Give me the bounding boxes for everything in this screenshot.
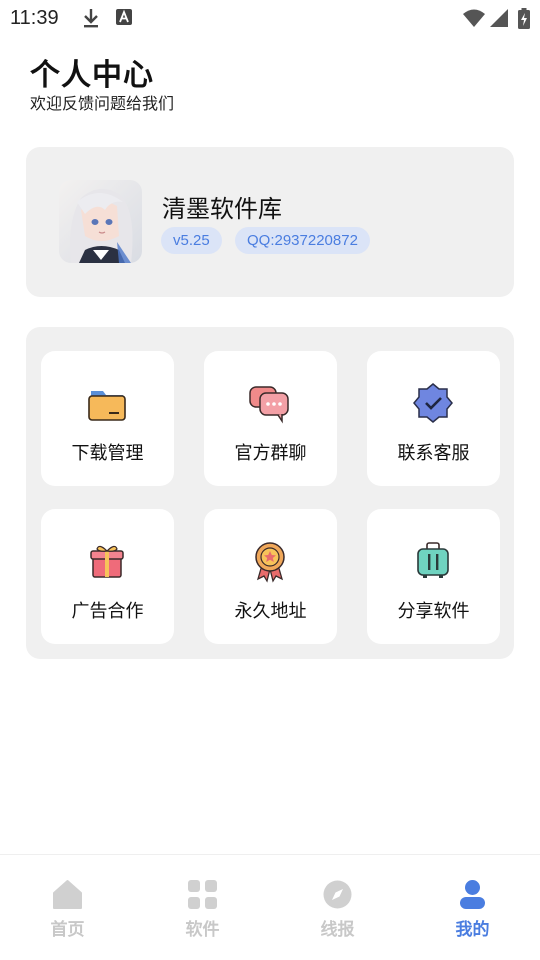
profile-card: 清墨软件库 v5.25 QQ:2937220872: [26, 147, 514, 297]
verified-badge-icon: [411, 381, 455, 425]
nav-item-news[interactable]: 线报: [270, 855, 405, 960]
grid-item-label: 联系客服: [397, 443, 470, 464]
version-badge: v5.25: [161, 227, 222, 254]
text-a-icon: [116, 8, 132, 30]
wifi-icon: [463, 8, 485, 32]
suitcase-icon: [411, 539, 455, 583]
permanent-address-button[interactable]: 永久地址: [204, 509, 337, 644]
nav-item-profile[interactable]: 我的: [405, 855, 540, 960]
user-icon: [457, 879, 488, 910]
page-subtitle: 欢迎反馈问题给我们: [30, 94, 175, 113]
apps-grid-icon: [187, 879, 218, 910]
bottom-nav: 首页 软件 线报 我的: [0, 854, 540, 960]
nav-label: 我的: [455, 920, 490, 940]
medal-icon: [248, 539, 292, 583]
download-icon: [82, 8, 100, 32]
nav-label: 线报: [320, 920, 355, 940]
grid-item-label: 永久地址: [234, 601, 307, 622]
contact-support-button[interactable]: 联系客服: [367, 351, 500, 486]
nav-label: 首页: [50, 920, 85, 940]
grid-item-label: 下载管理: [71, 443, 144, 464]
grid-item-label: 广告合作: [71, 601, 144, 622]
app-name: 清墨软件库: [162, 195, 282, 223]
grid-item-label: 官方群聊: [234, 443, 307, 464]
folder-icon: [85, 381, 129, 425]
home-icon: [52, 879, 83, 910]
compass-icon: [322, 879, 353, 910]
status-time: 11:39: [10, 7, 59, 29]
nav-item-apps[interactable]: 软件: [135, 855, 270, 960]
feature-grid: 下载管理 官方群聊 联系客服 广告合作 永久地址 分享软件: [26, 327, 514, 659]
signal-icon: [489, 8, 509, 32]
ad-cooperation-button[interactable]: 广告合作: [41, 509, 174, 644]
download-manager-button[interactable]: 下载管理: [41, 351, 174, 486]
share-app-button[interactable]: 分享软件: [367, 509, 500, 644]
nav-label: 软件: [185, 920, 220, 940]
chat-bubbles-icon: [248, 381, 292, 425]
page-title: 个人中心: [30, 58, 154, 93]
official-group-button[interactable]: 官方群聊: [204, 351, 337, 486]
gift-icon: [85, 539, 129, 583]
battery-icon: [518, 8, 530, 33]
status-bar: 11:39: [0, 0, 540, 36]
nav-item-home[interactable]: 首页: [0, 855, 135, 960]
qq-badge[interactable]: QQ:2937220872: [235, 227, 370, 254]
avatar[interactable]: [59, 180, 142, 263]
grid-item-label: 分享软件: [397, 601, 470, 622]
